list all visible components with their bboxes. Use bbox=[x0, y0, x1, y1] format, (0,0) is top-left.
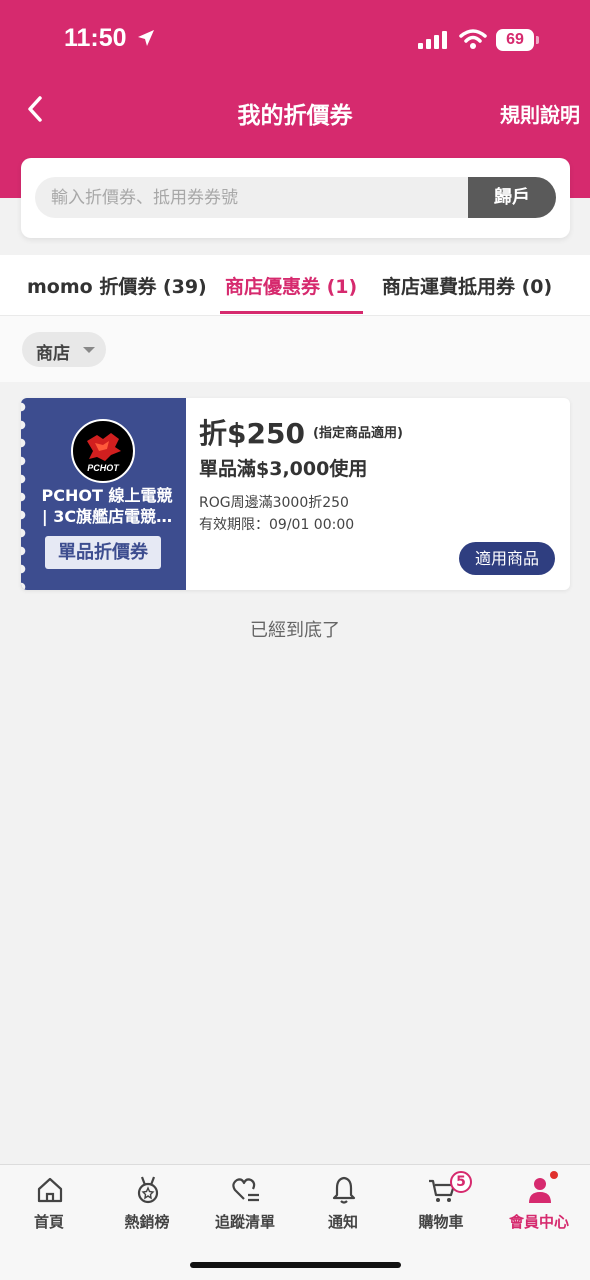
coupon-details: 折$250 (指定商品適用) 單品滿$3,000使用 ROG周邊滿3000折25… bbox=[199, 398, 559, 590]
nav-best-sellers-label: 熱銷榜 bbox=[124, 1213, 170, 1231]
nav-notifications[interactable]: 通知 bbox=[294, 1165, 392, 1245]
coupon-amount-note: (指定商品適用) bbox=[313, 426, 403, 441]
nav-cart[interactable]: 購物車 bbox=[392, 1165, 490, 1245]
logo-text: PCHOT bbox=[87, 463, 120, 473]
tab-shipping-coupons[interactable]: 商店運費抵用券 (0) bbox=[382, 272, 552, 299]
signal-icon bbox=[418, 31, 447, 49]
shop-filter-dropdown[interactable]: 商店 bbox=[22, 332, 106, 367]
battery-icon: 69 bbox=[496, 29, 534, 51]
nav-member-center-label: 會員中心 bbox=[508, 1213, 569, 1231]
filter-bar: 商店 bbox=[0, 315, 590, 382]
caret-down-icon bbox=[83, 347, 95, 353]
tab-shop-coupons[interactable]: 商店優惠券 (1) bbox=[225, 272, 357, 299]
heart-list-icon bbox=[232, 1178, 259, 1202]
coupon-shop-panel: PCHOT PCHOT 線上電競 | 3C旗艦店電競… 單品折價券 bbox=[21, 398, 186, 590]
coupon-description: ROG周邊滿3000折250 bbox=[199, 495, 349, 511]
home-indicator bbox=[190, 1262, 401, 1268]
location-arrow-icon bbox=[138, 30, 154, 46]
cart-count-badge: 5 bbox=[450, 1171, 472, 1193]
coupon-amount: 折$250 bbox=[199, 417, 305, 450]
coupon-expiry: 有效期限：09/01 00:00 bbox=[199, 517, 355, 533]
nav-home-label: 首頁 bbox=[33, 1213, 64, 1231]
status-time: 11:50 bbox=[64, 24, 127, 52]
active-tab-indicator bbox=[220, 311, 363, 314]
shop-filter-label: 商店 bbox=[36, 344, 70, 364]
end-of-list-text: 已經到底了 bbox=[250, 620, 340, 641]
coupon-type-badge: 單品折價券 bbox=[45, 536, 161, 569]
nav-member-center[interactable]: 會員中心 bbox=[490, 1165, 588, 1245]
wifi-icon bbox=[459, 29, 487, 49]
nav-best-sellers[interactable]: 熱銷榜 bbox=[98, 1165, 196, 1245]
search-card: 歸戶 bbox=[21, 158, 570, 238]
medal-icon bbox=[137, 1176, 159, 1204]
bell-icon bbox=[332, 1176, 356, 1204]
shop-name: PCHOT 線上電競 | 3C旗艦店電競… bbox=[31, 485, 183, 527]
coupon-code-input[interactable] bbox=[35, 177, 475, 218]
member-notification-dot bbox=[550, 1171, 558, 1179]
battery-tip bbox=[536, 36, 539, 44]
nav-notifications-label: 通知 bbox=[327, 1213, 358, 1231]
nav-wishlist-label: 追蹤清單 bbox=[214, 1213, 275, 1231]
shop-name-line2: | 3C旗艦店電競… bbox=[41, 507, 173, 526]
applicable-products-button[interactable]: 適用商品 bbox=[459, 542, 555, 575]
redeem-button[interactable]: 歸戶 bbox=[468, 177, 556, 218]
shop-logo: PCHOT bbox=[71, 419, 135, 483]
home-icon bbox=[37, 1177, 63, 1203]
tab-momo-coupons[interactable]: momo 折價券 (39) bbox=[27, 272, 207, 299]
shop-name-line1: PCHOT 線上電競 bbox=[41, 486, 173, 505]
rules-link[interactable]: 規則說明 bbox=[500, 99, 580, 128]
nav-wishlist[interactable]: 追蹤清單 bbox=[196, 1165, 294, 1245]
dragon-logo-icon: PCHOT bbox=[87, 433, 121, 473]
coupon-card[interactable]: PCHOT PCHOT 線上電競 | 3C旗艦店電競… 單品折價券 折$250 … bbox=[21, 398, 570, 590]
nav-home[interactable]: 首頁 bbox=[0, 1165, 98, 1245]
user-icon bbox=[529, 1178, 551, 1203]
coupon-tabs: momo 折價券 (39) 商店優惠券 (1) 商店運費抵用券 (0) bbox=[0, 255, 590, 315]
coupon-condition: 單品滿$3,000使用 bbox=[199, 458, 368, 480]
status-bar: 11:50 69 bbox=[0, 0, 590, 80]
nav-cart-label: 購物車 bbox=[418, 1213, 464, 1231]
